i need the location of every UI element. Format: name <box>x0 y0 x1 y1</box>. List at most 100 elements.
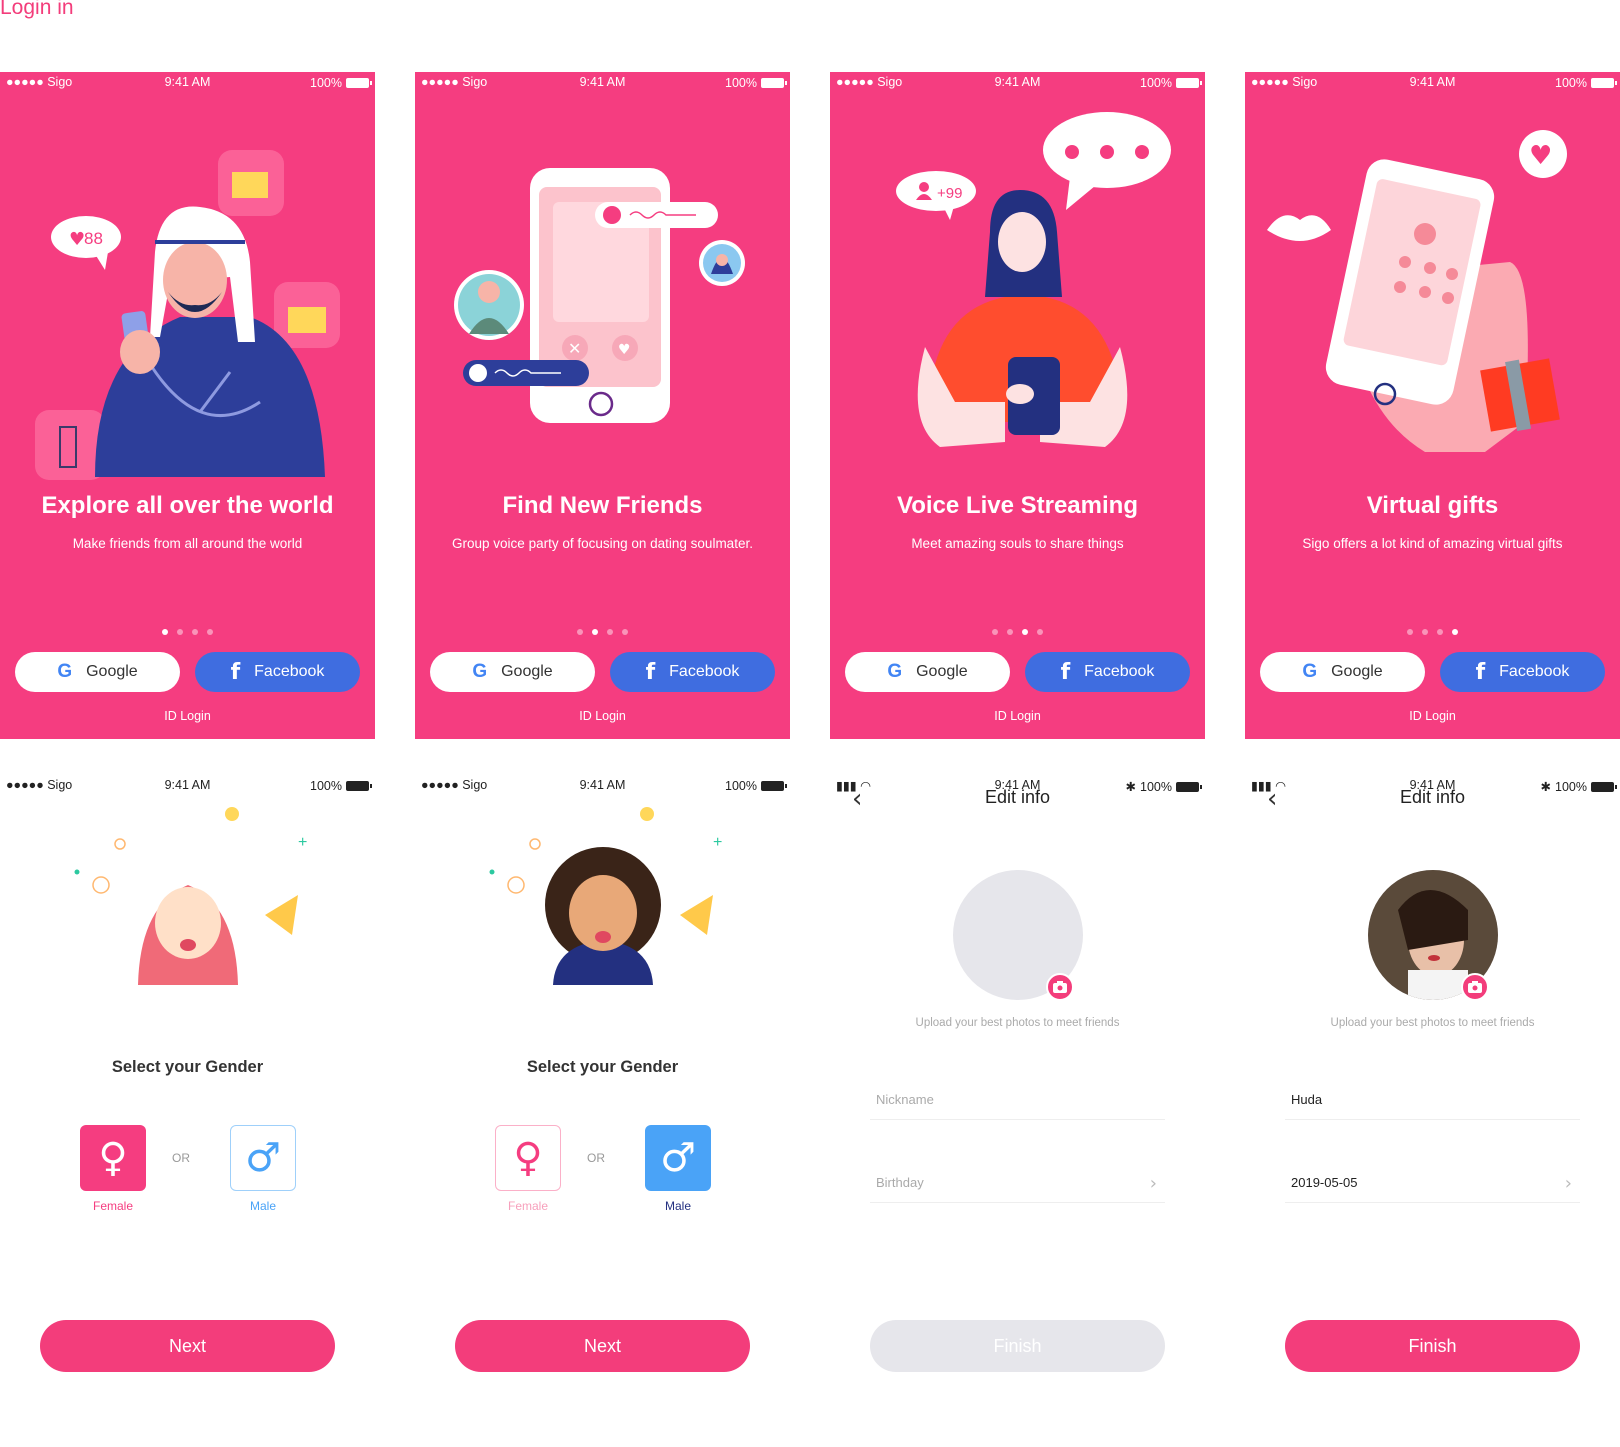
male-option[interactable]: ♂ <box>230 1125 296 1191</box>
page-dot[interactable] <box>1452 629 1458 635</box>
phone-chat-illustration: ✕ ♥ <box>454 168 745 423</box>
chevron-right-icon: › <box>1149 1173 1157 1194</box>
battery-percent: 100% <box>725 779 757 793</box>
battery-icon <box>1176 78 1202 88</box>
male-label: Male <box>664 1199 691 1213</box>
battery-percent: 100% <box>725 76 757 90</box>
google-icon: G <box>1302 661 1318 682</box>
page-dot[interactable] <box>1437 629 1443 635</box>
facebook-icon: f <box>230 659 241 685</box>
battery-percent: 100% <box>1555 76 1587 90</box>
svg-text:♥: ♥ <box>69 229 85 250</box>
female-icon: ♀ <box>513 1135 543 1181</box>
google-login-button[interactable]: G Google <box>15 652 180 692</box>
battery-icon <box>761 78 787 88</box>
camera-icon[interactable] <box>1461 973 1489 1001</box>
page-dot[interactable] <box>177 629 183 635</box>
hijab-girl-illustration: + <box>74 807 307 985</box>
facebook-icon: f <box>645 659 656 685</box>
finish-button[interactable]: Finish <box>870 1320 1165 1372</box>
female-option[interactable]: ♀ <box>495 1125 561 1191</box>
page-dot[interactable] <box>1407 629 1413 635</box>
next-button[interactable]: Next <box>455 1320 750 1372</box>
male-option[interactable]: ♂ <box>645 1125 711 1191</box>
facebook-login-button[interactable]: f Facebook <box>1025 652 1190 692</box>
slide-title: Voice Live Streaming <box>897 492 1138 519</box>
slide-title: Virtual gifts <box>1366 492 1499 519</box>
next-button[interactable]: Next <box>40 1320 335 1372</box>
male-icon: ♂ <box>660 1135 696 1181</box>
or-label: OR <box>172 1151 190 1165</box>
page-dot[interactable] <box>192 629 198 635</box>
page-title: Login in <box>0 0 74 19</box>
gender-title: Select your Gender <box>526 1058 679 1076</box>
google-login-button[interactable]: G Google <box>1260 652 1425 692</box>
nickname-input[interactable]: Huda <box>1285 1080 1580 1120</box>
page-indicator[interactable] <box>830 629 1205 635</box>
slide-title: Find New Friends <box>502 492 703 519</box>
finish-button[interactable]: Finish <box>1285 1320 1580 1372</box>
chevron-right-icon: › <box>1564 1173 1572 1194</box>
edit-info-filled-screen: ▮▮▮ ◠ 9:41 AM ✱ 100% ‹ Edit info Upload you… <box>1245 775 1620 1442</box>
slide-subtitle: Meet amazing souls to share things <box>911 536 1124 551</box>
status-bar: ●●●●● Sigo 9:41 AM 100% <box>415 775 790 795</box>
page-dot[interactable] <box>607 629 613 635</box>
status-bar: ●●●●● Sigo 9:41 AM 100% <box>830 72 1205 92</box>
birthday-placeholder: Birthday <box>876 1175 924 1190</box>
google-login-button[interactable]: G Google <box>430 652 595 692</box>
page-dot[interactable] <box>1007 629 1013 635</box>
battery-percent: 100% <box>310 76 342 90</box>
svg-text:♥: ♥ <box>1529 141 1552 171</box>
page-dot[interactable] <box>1037 629 1043 635</box>
page-dot[interactable] <box>207 629 213 635</box>
facebook-login-button[interactable]: f Facebook <box>1440 652 1605 692</box>
slide-title: Explore all over the world <box>41 492 334 519</box>
status-bar: ●●●●● Sigo 9:41 AM 100% <box>415 72 790 92</box>
id-login-link[interactable]: ID Login <box>415 709 790 723</box>
nickname-input[interactable]: Nickname <box>870 1080 1165 1120</box>
id-login-link[interactable]: ID Login <box>830 709 1205 723</box>
page-dot[interactable] <box>162 629 168 635</box>
slide-subtitle: Group voice party of focusing on dating … <box>452 536 753 551</box>
page-dot[interactable] <box>592 629 598 635</box>
google-label: Google <box>1331 663 1383 680</box>
page-dot[interactable] <box>992 629 998 635</box>
google-label: Google <box>916 663 968 680</box>
facebook-label: Facebook <box>1499 663 1570 680</box>
onboarding-screen-4: ●●●●● Sigo 9:41 AM 100% ♥ Virtual gifts Si… <box>1245 72 1620 739</box>
facebook-login-button[interactable]: f Facebook <box>195 652 360 692</box>
birthday-field[interactable]: Birthday › <box>870 1163 1165 1203</box>
upload-hint: Upload your best photos to meet friends <box>1330 1017 1535 1029</box>
svg-text:+: + <box>298 834 307 851</box>
listener-count: +99 <box>937 185 962 202</box>
onboarding-screen-1: ●●●●● Sigo 9:41 AM 100% ♥ 88 Explore all o… <box>0 72 375 739</box>
google-login-button[interactable]: G Google <box>845 652 1010 692</box>
status-bar: ●●●●● Sigo 9:41 AM 100% <box>0 775 375 795</box>
camera-icon[interactable] <box>1046 973 1074 1001</box>
id-login-link[interactable]: ID Login <box>1245 709 1620 723</box>
page-indicator[interactable] <box>1245 629 1620 635</box>
woman-streaming-illustration: +99 <box>896 112 1171 447</box>
birthday-field[interactable]: 2019-05-05 › <box>1285 1163 1580 1203</box>
battery-percent: 100% <box>310 779 342 793</box>
likes-count: 88 <box>84 229 103 248</box>
page-dot[interactable] <box>577 629 583 635</box>
edit-info-empty-screen: ▮▮▮ ◠ 9:41 AM ✱ 100% ‹ Edit info Upload you… <box>830 775 1205 1442</box>
google-icon: G <box>57 661 73 682</box>
nav-title: Edit info <box>1399 787 1466 807</box>
female-option[interactable]: ♀ <box>80 1125 146 1191</box>
onboarding-screen-3: ●●●●● Sigo 9:41 AM 100% +99 Voice Live Str… <box>830 72 1205 739</box>
page-indicator[interactable] <box>415 629 790 635</box>
page-indicator[interactable] <box>0 629 375 635</box>
onboarding-screen-2: ●●●●● Sigo 9:41 AM 100% ✕ ♥ Find New Frien… <box>415 72 790 739</box>
id-login-link[interactable]: ID Login <box>0 709 375 723</box>
page-dot[interactable] <box>1022 629 1028 635</box>
battery-icon <box>346 78 372 88</box>
page-dot[interactable] <box>1422 629 1428 635</box>
female-label: Female <box>92 1199 133 1213</box>
battery-percent: 100% <box>1140 76 1172 90</box>
page-dot[interactable] <box>622 629 628 635</box>
facebook-login-button[interactable]: f Facebook <box>610 652 775 692</box>
facebook-icon: f <box>1475 659 1486 685</box>
svg-text:✕: ✕ <box>568 339 581 358</box>
